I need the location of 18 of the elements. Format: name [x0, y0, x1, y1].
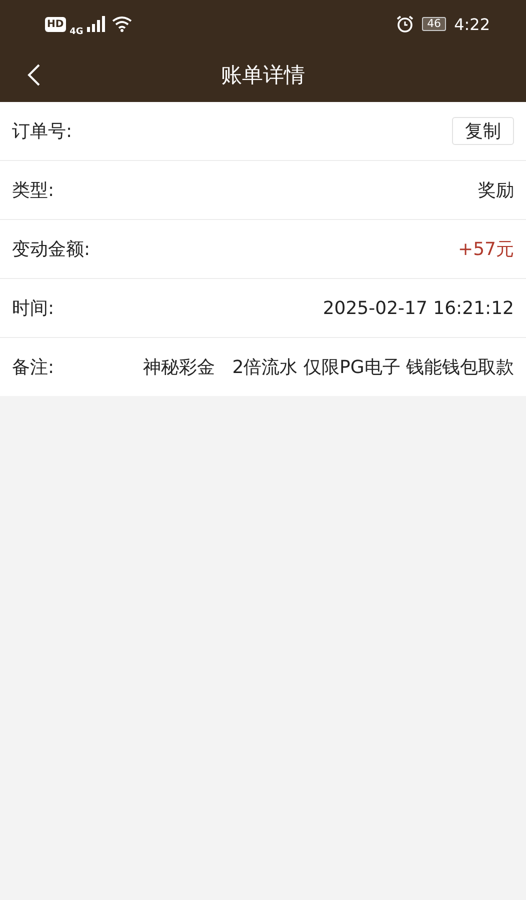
hd-indicator: HD	[45, 16, 66, 32]
field-label: 备注:	[12, 356, 54, 379]
field-label: 时间:	[12, 297, 54, 320]
field-value: 奖励	[478, 179, 514, 202]
page-title: 账单详情	[221, 62, 305, 89]
battery-icon: 46	[422, 17, 446, 31]
signal-icon	[87, 16, 106, 32]
field-value: 2025-02-17 16:21:12	[322, 298, 514, 318]
copy-button[interactable]: 复制	[452, 117, 514, 145]
field-label: 变动金额:	[12, 238, 90, 261]
field-label: 订单号:	[12, 120, 72, 143]
network-type: 4G	[70, 27, 84, 37]
amount-value: +57元	[458, 238, 514, 261]
field-value: 神秘彩金 2倍流水 仅限PG电子 钱能钱包取款	[143, 356, 514, 379]
clock-time: 4:22	[454, 14, 490, 34]
alarm-icon	[396, 15, 414, 33]
wifi-icon	[112, 16, 132, 32]
field-label: 类型:	[12, 179, 54, 202]
